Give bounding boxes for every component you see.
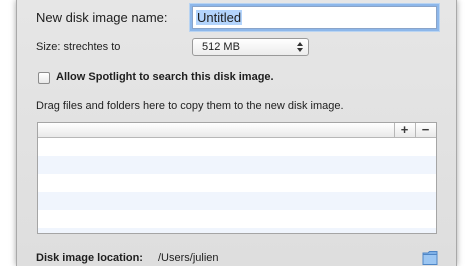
remove-item-button[interactable]: − [415, 123, 435, 137]
size-label: Size: strechtes to [36, 41, 121, 53]
folder-icon[interactable] [422, 249, 438, 266]
spotlight-checkbox-label[interactable]: Allow Spotlight to search this disk imag… [56, 71, 274, 83]
table-row [38, 138, 436, 156]
table-row [38, 210, 436, 228]
disk-image-name-field[interactable]: Untitled [192, 6, 437, 29]
spotlight-checkbox[interactable] [38, 72, 50, 84]
disk-image-location-label: Disk image location: [36, 252, 143, 264]
table-row [38, 228, 436, 233]
table-header: + − [38, 123, 436, 138]
drag-files-hint: Drag files and folders here to copy them… [36, 100, 344, 112]
table-row [38, 174, 436, 192]
size-select-value: 512 MB [202, 41, 240, 53]
disk-image-name-label: New disk image name: [36, 10, 168, 25]
table-row [38, 192, 436, 210]
add-item-button[interactable]: + [394, 123, 414, 137]
files-drop-table[interactable]: + − [37, 122, 437, 234]
size-select[interactable]: 512 MB [192, 38, 309, 56]
select-arrows-icon [297, 42, 303, 52]
disk-image-location-value: /Users/julien [158, 252, 219, 264]
new-disk-image-sheet: New disk image name: Untitled Size: stre… [16, 0, 457, 266]
disk-image-name-value: Untitled [196, 10, 243, 25]
table-row [38, 156, 436, 174]
